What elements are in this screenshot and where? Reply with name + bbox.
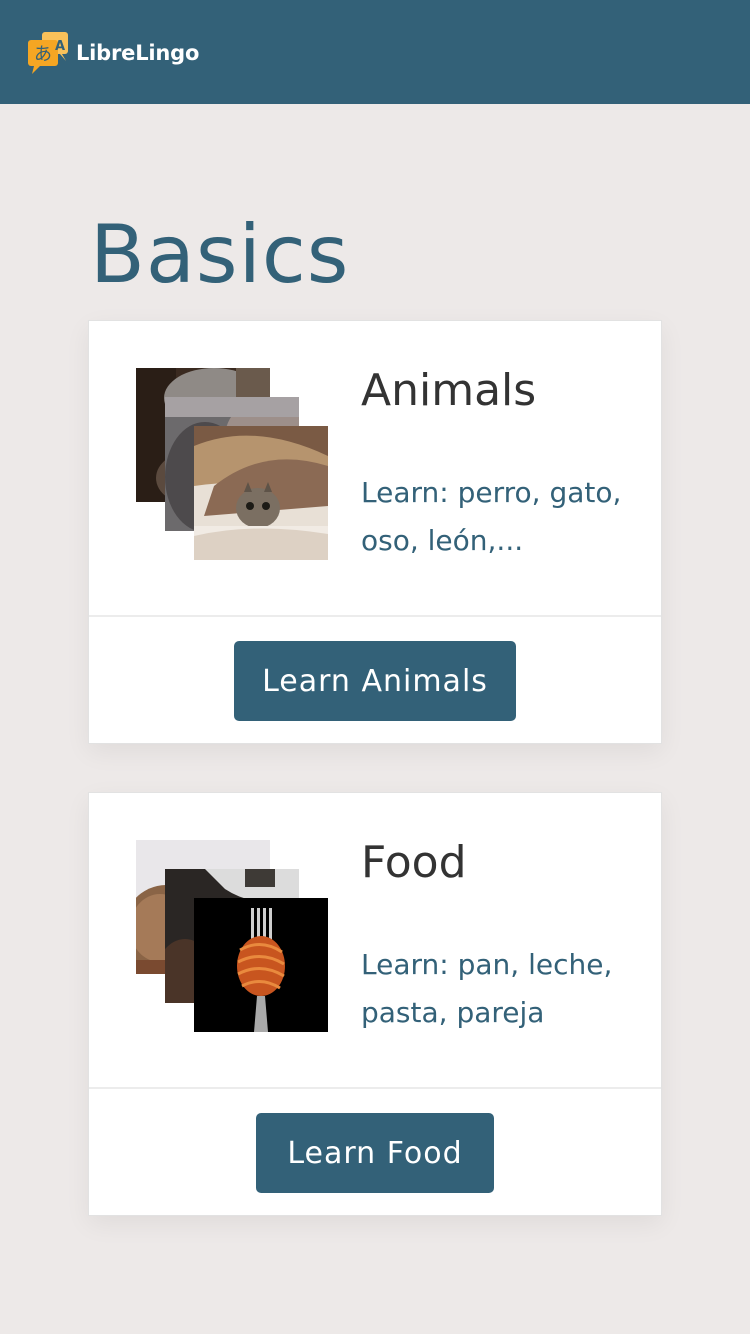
brand-name: LibreLingo <box>76 41 200 65</box>
skill-card-footer: Learn Animals <box>89 615 661 746</box>
skill-title: Food <box>361 837 467 888</box>
skill-image-stack <box>136 368 330 562</box>
skill-description: Learn: pan, leche, pasta, pareja <box>361 948 613 1029</box>
kitten-in-blanket-photo <box>194 426 328 560</box>
skill-description: Learn: perro, gato, oso, león,... <box>361 476 622 557</box>
logo-glyph: あ <box>34 44 52 65</box>
skill-card-body: Animals Learn: perro, gato, oso, león,..… <box>89 321 661 615</box>
skill-title: Animals <box>361 365 537 416</box>
section-title: Basics <box>90 208 350 301</box>
brand-home-link[interactable]: あ A LibreLingo <box>26 30 199 76</box>
skill-card-food: Food Learn: pan, leche, pasta, pareja Le… <box>88 792 662 1216</box>
skill-card-body: Food Learn: pan, leche, pasta, pareja <box>89 793 661 1087</box>
speech-bubbles-logo-icon: あ A <box>28 32 68 74</box>
skill-card-animals: Animals Learn: perro, gato, oso, león,..… <box>88 320 662 744</box>
skill-image-stack <box>136 840 330 1034</box>
navbar: あ A LibreLingo <box>0 0 750 104</box>
svg-text:A: A <box>55 39 65 54</box>
skill-card-footer: Learn Food <box>89 1087 661 1218</box>
learn-animals-button[interactable]: Learn Animals <box>234 641 516 721</box>
learn-food-button[interactable]: Learn Food <box>256 1113 494 1193</box>
pasta-on-fork-photo <box>194 898 328 1032</box>
